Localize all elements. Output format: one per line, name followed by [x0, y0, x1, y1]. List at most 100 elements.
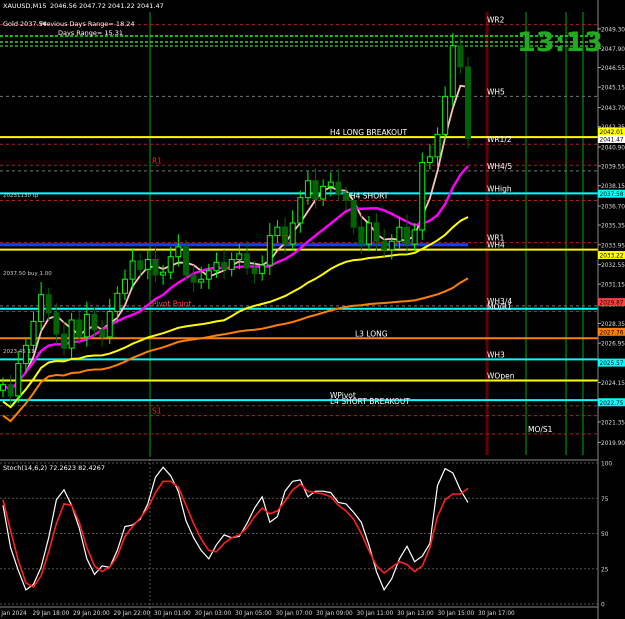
price-tick-label: 2032.55 [601, 263, 625, 269]
candle-body [259, 264, 266, 275]
level-label-12: Pivot Point [152, 300, 191, 309]
time-label: 30 Jan 05:00 [235, 611, 272, 617]
candle-body [167, 256, 174, 273]
level-label-4: R1 [152, 156, 162, 165]
candle-body [465, 66, 471, 140]
time-label: 30 Jan 09:00 [316, 611, 353, 617]
candle-body [266, 235, 273, 266]
candle-body [0, 384, 6, 391]
price-tick-label: 2036.70 [601, 205, 625, 211]
price-tick-label: 2019.90 [601, 441, 625, 447]
stoch-tick-label: 100 [601, 462, 612, 468]
candle-body [106, 311, 113, 338]
candle-body [53, 312, 60, 335]
level-label-17: L4 SHORT BREAKOUT [330, 397, 410, 406]
candle-body [335, 181, 342, 194]
candle-body [236, 253, 243, 261]
candle-body [251, 267, 258, 275]
candle-body [228, 259, 235, 270]
candle-body [190, 274, 197, 283]
candle-body [221, 261, 228, 270]
price-tick-label: 2031.15 [601, 283, 625, 289]
stoch-tick-label: 50 [601, 532, 609, 538]
stoch-tick-label: 0 [601, 603, 605, 609]
time-label: 30 Jan 13:00 [397, 611, 434, 617]
chart-canvas: WR2 WH5 H4 LONG BREAKOUT WR1/2 R1 WH4/5 WHigh H… [0, 0, 625, 619]
price-tick-label: 2028.35 [601, 322, 625, 328]
stoch-title: Stoch(14,6,2) 72.2623 82.4267 [3, 464, 105, 472]
candle-body [243, 253, 250, 269]
price-tick-label: 2049.30 [601, 27, 625, 33]
candle-body [205, 270, 212, 280]
candle-body [274, 226, 281, 237]
candle-body [297, 197, 304, 224]
price-tick-label: 2039.55 [601, 164, 625, 170]
candle-body [327, 181, 334, 187]
level-label-2: H4 LONG BREAKOUT [330, 128, 408, 137]
candle-body [419, 161, 426, 231]
time-label: 29 Jan 20:00 [73, 611, 110, 617]
candle-body [198, 278, 205, 283]
price-tag-label: 2041.47 [600, 137, 624, 143]
candle-body [30, 320, 37, 346]
candle-body [373, 222, 380, 242]
price-tick-label: 2026.95 [601, 342, 625, 348]
symbol-title: XAUUSD,M15 [3, 2, 47, 10]
candle-body [289, 222, 296, 245]
candle-body [38, 294, 45, 322]
price-tick-label: 2033.95 [601, 243, 625, 249]
level-label-14: WH3 [487, 350, 505, 359]
time-label: 29 Jan 22:00 [114, 611, 151, 617]
candle-body [83, 313, 90, 338]
price-tick-label: 2043.70 [601, 106, 625, 112]
time-label: 30 Jan 07:00 [276, 611, 313, 617]
candle-body [381, 240, 388, 251]
price-tick-label: 2021.35 [601, 420, 625, 426]
candle-body [304, 180, 311, 199]
time-label: 30 Jan 03:00 [195, 611, 232, 617]
ohlc-readout: 2046.56 2047.72 2041.22 2041.47 [50, 2, 164, 10]
time-label: 30 Jan 01:00 [154, 611, 191, 617]
time-label: 29 Jan 18:00 [33, 611, 70, 617]
stoch-tick-label: 25 [601, 567, 609, 573]
candle-body [15, 363, 22, 397]
candle-body [350, 199, 357, 228]
candle-body [45, 294, 52, 314]
level-label-11: MO/R1 [487, 303, 512, 312]
left-label-0: 20231130 tp [3, 193, 39, 199]
candle-body [358, 226, 365, 245]
level-label-5: WH4/5 [487, 162, 512, 171]
prev-days-range: Previous Days Range= 18.24 [40, 20, 135, 28]
candle-body [426, 156, 433, 163]
candle-body [76, 319, 83, 338]
candle-body [137, 260, 144, 270]
candle-body [175, 246, 182, 258]
candle-body [182, 246, 189, 276]
price-tag-label: 2027.76 [600, 330, 624, 336]
candle-body [396, 226, 403, 242]
price-tick-label: 2035.35 [601, 224, 625, 230]
candle-body [320, 185, 327, 200]
level-label-3: WR1/2 [487, 135, 512, 144]
time-label: 30 Jan 17:00 [478, 611, 515, 617]
level-label-18: S1 [152, 407, 162, 416]
candle-body [213, 261, 220, 272]
time-label: 30 Jan 15:00 [438, 611, 475, 617]
left-label-2: 2023.45 11 ... [3, 349, 42, 355]
candle-body [60, 333, 67, 349]
price-tick-label: 2040.90 [601, 146, 625, 152]
candle-body [449, 45, 456, 97]
candle-body [411, 229, 418, 245]
candle-body [7, 384, 14, 397]
candle-body [121, 278, 128, 294]
left-label-1: 2037.50 buy 1.00 [3, 271, 52, 277]
time-label: 30 Jan 11:00 [357, 611, 394, 617]
candle-body [312, 180, 319, 200]
level-label-15: WOpen [487, 371, 515, 380]
candle-body [129, 260, 136, 280]
candle-body [404, 226, 411, 245]
candle-body [160, 271, 167, 276]
candle-body [282, 226, 289, 245]
level-label-7: H4 SHORT [350, 191, 389, 200]
candle-body [114, 292, 121, 313]
